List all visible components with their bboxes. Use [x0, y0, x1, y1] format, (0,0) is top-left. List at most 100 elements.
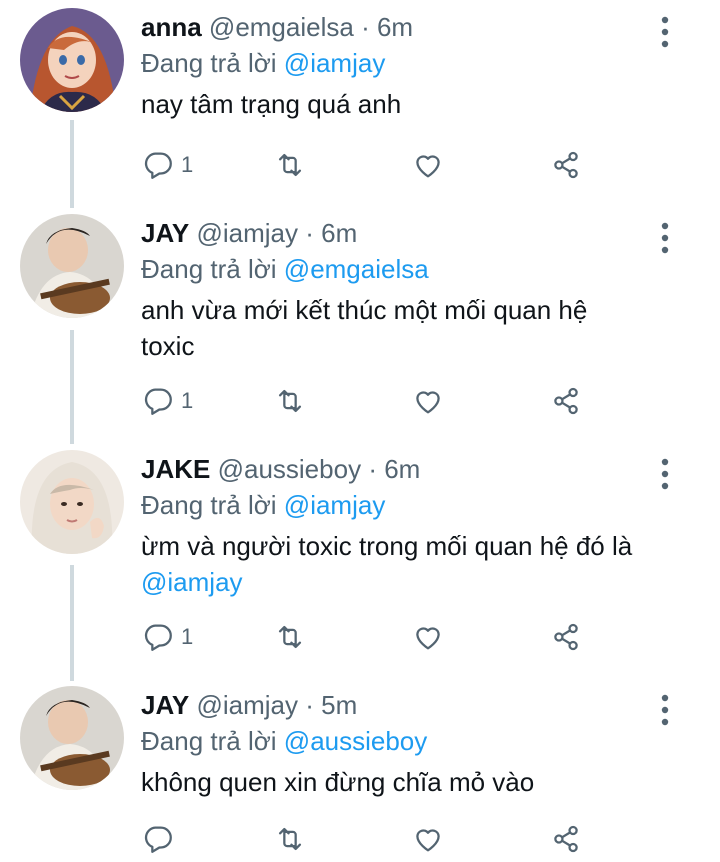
retweet-icon	[278, 625, 302, 649]
replying-to-label: Đang trả lời	[141, 726, 277, 756]
replying-to: Đang trả lời @iamjay	[141, 488, 385, 522]
tweet-text-body: không quen xin đừng chĩa mỏ vào	[141, 767, 535, 797]
tweet-header: JAY @iamjay · 6m	[141, 216, 357, 250]
avatar[interactable]	[20, 450, 124, 554]
reply-button[interactable]: 1	[141, 378, 193, 424]
retweet-button[interactable]	[273, 614, 307, 660]
tweet-header: JAY @iamjay · 5m	[141, 688, 357, 722]
separator-dot: ·	[305, 218, 314, 248]
tweet-text: không quen xin đừng chĩa mỏ vào	[141, 764, 681, 800]
reply-count: 1	[181, 388, 194, 413]
tweet[interactable]: JAKE @aussieboy · 6m Đang trả lời @iamja…	[0, 442, 720, 678]
display-name[interactable]: JAY	[141, 218, 189, 248]
reply-count: 1	[181, 152, 194, 177]
tweet-text: ừm và người toxic trong mối quan hệ đó l…	[141, 528, 681, 600]
jay-avatar-icon	[20, 686, 124, 790]
more-button[interactable]	[650, 690, 680, 730]
retweet-button[interactable]	[273, 142, 307, 188]
avatar[interactable]	[20, 214, 124, 318]
avatar[interactable]	[20, 686, 124, 790]
retweet-icon	[278, 389, 302, 413]
retweet-icon	[278, 827, 302, 851]
replying-to-mention[interactable]: @aussieboy	[284, 726, 427, 756]
timestamp[interactable]: 6m	[377, 12, 413, 42]
replying-to-mention[interactable]: @emgaielsa	[284, 254, 429, 284]
more-icon	[661, 222, 669, 254]
display-name[interactable]: JAY	[141, 690, 189, 720]
like-button[interactable]	[411, 614, 445, 660]
tweet-text-body: nay tâm trạng quá anh	[141, 89, 402, 119]
share-button[interactable]	[549, 816, 583, 862]
like-icon	[416, 829, 440, 852]
retweet-button[interactable]	[273, 816, 307, 862]
tweet-text: anh vừa mới kết thúc một mối quan hệ tox…	[141, 292, 641, 364]
action-bar: 1	[141, 142, 701, 188]
tweet[interactable]: JAY @iamjay · 5m Đang trả lời @aussieboy…	[0, 678, 720, 853]
more-icon	[661, 16, 669, 48]
like-button[interactable]	[411, 142, 445, 188]
tweet[interactable]: anna @emgaielsa · 6m Đang trả lời @iamja…	[0, 0, 720, 200]
timestamp[interactable]: 6m	[321, 218, 357, 248]
user-handle[interactable]: @iamjay	[196, 218, 298, 248]
tweet[interactable]: JAY @iamjay · 6m Đang trả lời @emgaielsa…	[0, 206, 720, 442]
tweet-header: JAKE @aussieboy · 6m	[141, 452, 420, 486]
tweet-text-body: ừm và người toxic trong mối quan hệ đó l…	[141, 531, 633, 561]
action-bar: 1	[141, 614, 701, 660]
like-icon	[416, 155, 440, 178]
share-icon	[554, 387, 578, 415]
separator-dot: ·	[305, 690, 314, 720]
anna-avatar-icon	[20, 8, 124, 112]
user-handle[interactable]: @aussieboy	[218, 454, 361, 484]
retweet-button[interactable]	[273, 378, 307, 424]
timestamp[interactable]: 5m	[321, 690, 357, 720]
replying-to-label: Đang trả lời	[141, 254, 277, 284]
action-bar: 1	[141, 378, 701, 424]
more-button[interactable]	[650, 12, 680, 52]
separator-dot: ·	[368, 454, 377, 484]
separator-dot: ·	[361, 12, 370, 42]
retweet-icon	[278, 153, 302, 177]
display-name[interactable]: JAKE	[141, 454, 210, 484]
reply-icon	[144, 152, 172, 179]
reply-icon	[144, 388, 172, 415]
more-icon	[661, 694, 669, 726]
like-button[interactable]	[411, 378, 445, 424]
tweet-text-body: anh vừa mới kết thúc một mối quan hệ tox…	[141, 295, 588, 361]
reply-button[interactable]: 1	[141, 614, 193, 660]
share-icon	[554, 825, 578, 853]
jay-avatar-icon	[20, 214, 124, 318]
replying-to: Đang trả lời @emgaielsa	[141, 252, 429, 286]
like-icon	[416, 627, 440, 650]
more-icon	[661, 458, 669, 490]
share-button[interactable]	[549, 378, 583, 424]
user-handle[interactable]: @emgaielsa	[209, 12, 354, 42]
replying-to: Đang trả lời @iamjay	[141, 46, 385, 80]
tweet-text: nay tâm trạng quá anh	[141, 86, 681, 122]
replying-to-mention[interactable]: @iamjay	[284, 48, 386, 78]
user-handle[interactable]: @iamjay	[196, 690, 298, 720]
display-name[interactable]: anna	[141, 12, 202, 42]
like-icon	[416, 391, 440, 414]
tweet-text-mention[interactable]: @iamjay	[141, 567, 243, 597]
share-icon	[554, 623, 578, 651]
share-button[interactable]	[549, 142, 583, 188]
reply-icon	[144, 624, 172, 651]
share-button[interactable]	[549, 614, 583, 660]
jake-avatar-icon	[20, 450, 124, 554]
tweet-header: anna @emgaielsa · 6m	[141, 10, 413, 44]
replying-to-label: Đang trả lời	[141, 490, 277, 520]
action-bar	[141, 816, 701, 862]
reply-button[interactable]	[141, 816, 181, 862]
reply-count: 1	[181, 624, 194, 649]
replying-to-label: Đang trả lời	[141, 48, 277, 78]
more-button[interactable]	[650, 454, 680, 494]
like-button[interactable]	[411, 816, 445, 862]
reply-button[interactable]: 1	[141, 142, 193, 188]
reply-icon	[144, 826, 172, 853]
more-button[interactable]	[650, 218, 680, 258]
replying-to: Đang trả lời @aussieboy	[141, 724, 427, 758]
timestamp[interactable]: 6m	[384, 454, 420, 484]
replying-to-mention[interactable]: @iamjay	[284, 490, 386, 520]
share-icon	[554, 151, 578, 179]
avatar[interactable]	[20, 8, 124, 112]
